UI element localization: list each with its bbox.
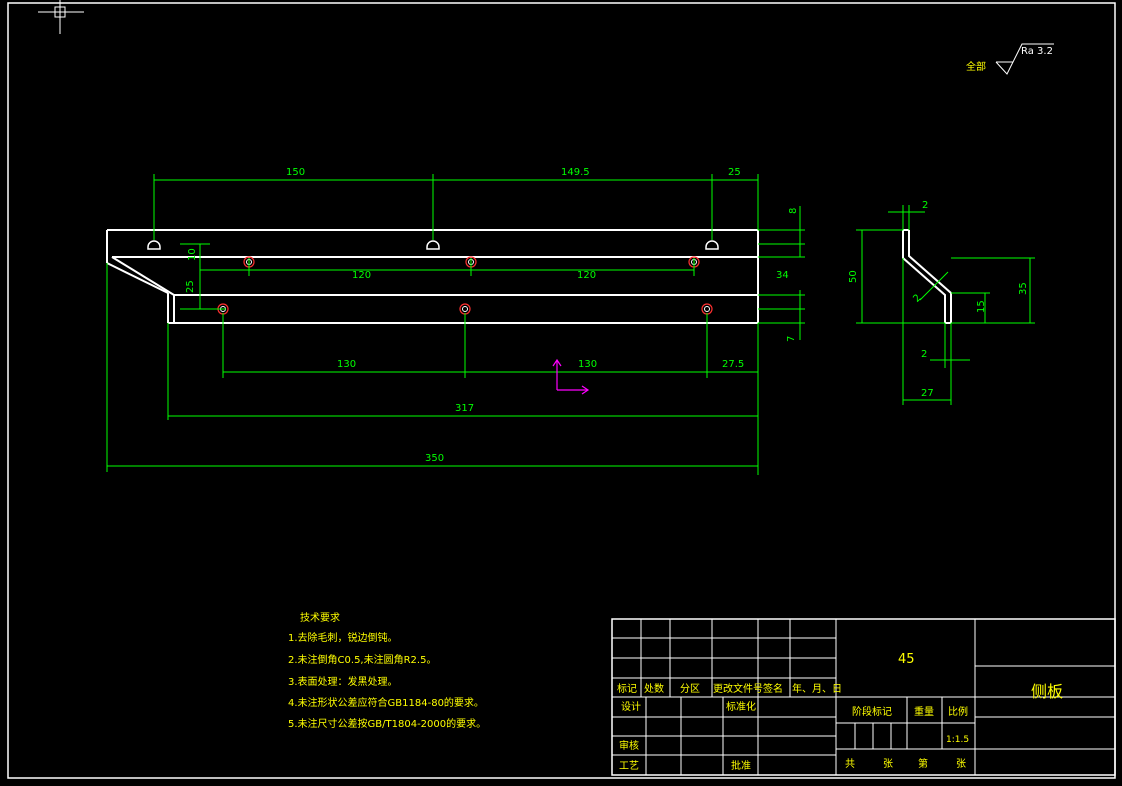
dim-side-2-top: 2 — [922, 200, 928, 211]
dim-34: 34 — [776, 270, 789, 281]
header-count: 处数 — [644, 682, 664, 695]
crosshair-cursor — [38, 0, 84, 34]
tech-req-item: 1.去除毛刺，锐边倒钝。 — [288, 631, 398, 644]
dim-130-b: 130 — [578, 359, 597, 370]
header-change-doc: 更改文件号 — [713, 682, 763, 695]
tapped-holes — [217, 256, 713, 315]
label-sheets: 张 — [883, 758, 893, 770]
tech-req-item: 5.未注尺寸公差按GB/T1804-2000的要求。 — [288, 717, 486, 730]
dim-350: 350 — [425, 453, 444, 464]
label-scale: 比例 — [948, 705, 968, 718]
front-dimension-lines — [106, 174, 805, 475]
surface-finish-symbol: 全部 Ra 3.2 — [966, 43, 1054, 75]
label-review: 审核 — [619, 739, 639, 752]
label-standardize: 标准化 — [726, 700, 756, 713]
header-sign: 签名 — [763, 682, 783, 695]
header-zone: 分区 — [680, 683, 700, 695]
part-name: 侧板 — [1031, 682, 1063, 701]
dim-27-5: 27.5 — [722, 359, 744, 370]
label-sheet-no: 第 — [918, 757, 928, 770]
tech-req-item: 3.表面处理：发黑处理。 — [288, 675, 398, 688]
dim-10: 10 — [187, 248, 198, 261]
cad-drawing-canvas[interactable]: 全部 Ra 3.2 150 149.5 25 8 10 25 120 120 3… — [0, 0, 1122, 786]
title-block: 标记 处数 分区 更改文件号 签名 年、月、日 设计 标准化 审核 工艺 批准 … — [611, 618, 1116, 776]
front-view: 150 149.5 25 8 10 25 120 120 34 7 130 13… — [106, 167, 805, 475]
dim-150: 150 — [286, 167, 305, 178]
dim-side-35: 35 — [1018, 282, 1029, 295]
surface-finish-value: Ra 3.2 — [1021, 46, 1053, 57]
dim-7: 7 — [786, 336, 797, 342]
side-view: 2 50 2 15 35 2 27 — [848, 200, 1035, 405]
tech-req-item: 2.未注倒角C0.5,未注圆角R2.5。 — [288, 653, 436, 666]
label-approve: 批准 — [731, 759, 751, 772]
dim-317: 317 — [455, 403, 474, 414]
dim-120-b: 120 — [577, 270, 596, 281]
dim-25-top: 25 — [728, 167, 741, 178]
label-total: 共 — [845, 758, 855, 770]
dim-side-27: 27 — [921, 388, 934, 399]
dim-side-15: 15 — [976, 300, 987, 313]
mounting-slots — [147, 240, 719, 250]
tech-req-item: 4.未注形状公差应符合GB1184-80的要求。 — [288, 696, 484, 709]
dim-149-5: 149.5 — [561, 167, 590, 178]
header-mark: 标记 — [617, 683, 637, 695]
dim-side-2-bot: 2 — [921, 349, 927, 360]
label-process: 工艺 — [619, 760, 639, 772]
technical-requirements: 技术要求 1.去除毛刺，锐边倒钝。 2.未注倒角C0.5,未注圆角R2.5。 3… — [288, 611, 486, 730]
dim-25-left: 25 — [185, 280, 196, 293]
dim-side-50: 50 — [848, 270, 859, 283]
label-weight: 重量 — [914, 705, 934, 718]
dim-120-a: 120 — [352, 270, 371, 281]
material-value: 45 — [898, 652, 915, 667]
label-design: 设计 — [621, 700, 641, 713]
dim-130-a: 130 — [337, 359, 356, 370]
scale-value: 1:1.5 — [946, 735, 969, 745]
tech-req-title: 技术要求 — [300, 611, 340, 624]
label-stage-mark: 阶段标记 — [852, 705, 892, 718]
dim-side-2-diag: 2 — [911, 292, 923, 304]
dim-8: 8 — [788, 208, 799, 214]
surface-finish-prefix: 全部 — [966, 60, 986, 73]
header-date: 年、月、日 — [792, 682, 842, 695]
label-sheet2: 张 — [956, 758, 966, 770]
